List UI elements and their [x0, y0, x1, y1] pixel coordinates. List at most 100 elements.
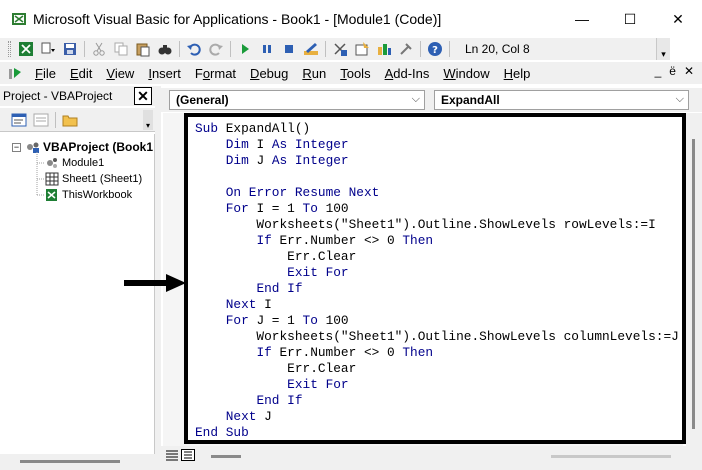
project-toolbar: ▾ — [0, 108, 155, 132]
standard-toolbar: ? Ln 20, Col 8 ▾ — [0, 38, 670, 60]
excel-icon[interactable] — [15, 39, 37, 59]
chevron-down-icon[interactable]: ⌵ — [676, 93, 684, 106]
object-combo-value: (General) — [176, 93, 229, 107]
code-line[interactable]: Next I — [195, 297, 679, 313]
toggle-folders-icon[interactable] — [59, 110, 81, 130]
code-line[interactable]: End Sub — [195, 425, 679, 440]
find-icon[interactable] — [154, 39, 176, 59]
code-line[interactable]: If Err.Number <> 0 Then — [195, 233, 679, 249]
horizontal-scrollbar-track[interactable] — [551, 455, 671, 458]
doc-close-button[interactable]: ✕ — [684, 64, 694, 78]
code-line[interactable]: End If — [195, 393, 679, 409]
code-text[interactable]: Sub ExpandAll() Dim I As Integer Dim J A… — [195, 121, 679, 440]
minimize-button[interactable]: — — [558, 0, 606, 38]
code-line[interactable]: If Err.Number <> 0 Then — [195, 345, 679, 361]
toolbar-separator — [325, 41, 326, 57]
help-icon[interactable]: ? — [424, 39, 446, 59]
object-browser-icon[interactable] — [373, 39, 395, 59]
close-button[interactable]: ✕ — [654, 0, 702, 38]
run-icon[interactable] — [234, 39, 256, 59]
menu-window[interactable]: Window — [436, 66, 496, 81]
code-window-footer — [161, 446, 702, 470]
redo-icon[interactable] — [205, 39, 227, 59]
project-close-button[interactable]: ✕ — [134, 87, 152, 105]
save-icon[interactable] — [59, 39, 81, 59]
toolbar-separator — [84, 41, 85, 57]
code-editor[interactable]: Sub ExpandAll() Dim I As Integer Dim J A… — [184, 113, 686, 444]
code-vertical-scrollbar[interactable] — [686, 113, 702, 446]
menu-edit[interactable]: Edit — [63, 66, 99, 81]
code-line[interactable]: Sub ExpandAll() — [195, 121, 679, 137]
toolbar-separator — [55, 111, 56, 128]
menu-tools[interactable]: Tools — [333, 66, 377, 81]
menu-help[interactable]: Help — [497, 66, 538, 81]
code-line[interactable] — [195, 169, 679, 185]
code-line[interactable]: For I = 1 To 100 — [195, 201, 679, 217]
menu-run[interactable]: Run — [295, 66, 333, 81]
window-title: Microsoft Visual Basic for Applications … — [33, 11, 442, 27]
code-line[interactable]: Err.Clear — [195, 249, 679, 265]
cut-icon[interactable] — [88, 39, 110, 59]
cursor-position: Ln 20, Col 8 — [465, 42, 530, 56]
doc-minimize-button[interactable]: _ — [655, 64, 662, 78]
break-icon[interactable] — [256, 39, 278, 59]
code-line[interactable]: Next J — [195, 409, 679, 425]
chevron-down-icon[interactable]: ⌵ — [412, 93, 420, 106]
procedure-combo-value: ExpandAll — [441, 93, 500, 107]
project-panel-header: Project - VBAProject ✕ — [0, 86, 155, 106]
menu-insert[interactable]: Insert — [141, 66, 188, 81]
menu-format[interactable]: Format — [188, 66, 243, 81]
project-horizontal-scrollbar[interactable] — [0, 454, 155, 470]
undo-icon[interactable] — [183, 39, 205, 59]
project-panel-title: Project - VBAProject — [3, 89, 113, 103]
arrow-annotation-icon — [124, 274, 186, 292]
scrollbar-thumb[interactable] — [692, 139, 695, 429]
doc-restore-button[interactable]: ё — [669, 64, 676, 78]
view-object-icon[interactable] — [30, 110, 52, 130]
menu-debug[interactable]: Debug — [243, 66, 295, 81]
object-combo[interactable]: (General) ⌵ — [169, 90, 425, 110]
paste-icon[interactable] — [132, 39, 154, 59]
copy-icon[interactable] — [110, 39, 132, 59]
procedure-combo[interactable]: ExpandAll ⌵ — [434, 90, 689, 110]
properties-icon[interactable] — [351, 39, 373, 59]
full-module-view-icon[interactable] — [180, 447, 196, 463]
toolbar-separator — [449, 41, 450, 57]
code-line[interactable]: Dim J As Integer — [195, 153, 679, 169]
project-explorer-icon[interactable] — [329, 39, 351, 59]
code-line[interactable]: Exit For — [195, 377, 679, 393]
menu-file[interactable]: File — [28, 66, 63, 81]
toolbar-grip[interactable] — [8, 41, 11, 57]
menu-view[interactable]: View — [99, 66, 141, 81]
project-toolbar-options-icon[interactable]: ▾ — [143, 110, 153, 130]
vba-app-icon — [12, 13, 26, 25]
horizontal-scrollbar-thumb[interactable] — [211, 455, 241, 458]
procedure-view-icon[interactable] — [164, 447, 180, 463]
svg-text:?: ? — [432, 45, 438, 56]
view-code-icon[interactable] — [8, 110, 30, 130]
code-line[interactable]: On Error Resume Next — [195, 185, 679, 201]
scrollbar-thumb[interactable] — [20, 460, 120, 463]
insert-dropdown-icon[interactable] — [37, 39, 59, 59]
toolbar-separator — [420, 41, 421, 57]
toolbox-icon[interactable] — [395, 39, 417, 59]
code-line[interactable]: Dim I As Integer — [195, 137, 679, 153]
toolbar-separator — [230, 41, 231, 57]
code-line[interactable]: Worksheets("Sheet1").Outline.ShowLevels … — [195, 329, 678, 345]
code-line[interactable]: For J = 1 To 100 — [195, 313, 679, 329]
title-bar: Microsoft Visual Basic for Applications … — [0, 0, 702, 38]
design-mode-icon[interactable] — [300, 39, 322, 59]
toolbar-options-icon[interactable]: ▾ — [656, 38, 670, 60]
code-line[interactable]: End If — [195, 281, 679, 297]
code-window-header: (General) ⌵ ExpandAll ⌵ — [161, 88, 702, 112]
code-line[interactable]: Err.Clear — [195, 361, 679, 377]
code-line[interactable]: Exit For — [195, 265, 679, 281]
menu-add-ins[interactable]: Add-Ins — [378, 66, 437, 81]
tree-lines — [36, 152, 44, 196]
toolbar-separator — [179, 41, 180, 57]
reset-icon[interactable] — [278, 39, 300, 59]
menu-bar-grip-icon[interactable] — [8, 65, 22, 81]
maximize-button[interactable]: ☐ — [606, 0, 654, 38]
menu-bar: File Edit View Insert Format Debug Run T… — [0, 62, 702, 84]
code-line[interactable]: Worksheets("Sheet1").Outline.ShowLevels … — [195, 217, 679, 233]
